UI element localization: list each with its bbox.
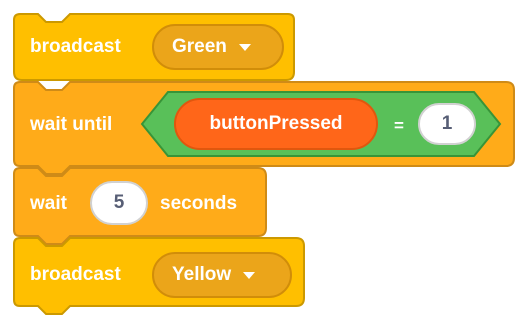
scripts-canvas: broadcast Green wait until buttonPressed… (0, 0, 518, 315)
wait-seconds-input[interactable]: 5 (90, 181, 148, 225)
equals-value-input[interactable]: 1 (418, 103, 476, 145)
broadcast-label-2: broadcast (30, 264, 121, 285)
wait-label: wait (30, 193, 67, 214)
dropdown-caret-icon (238, 43, 251, 51)
seconds-label: seconds (160, 193, 238, 214)
equals-value: 1 (441, 113, 453, 134)
equals-operator-symbol: = (394, 116, 404, 135)
broadcast-message-value-2: Yellow (172, 264, 232, 285)
broadcast-message-dropdown-1[interactable]: Green (152, 24, 284, 70)
variable-name: buttonPressed (209, 113, 343, 134)
broadcast-label-1: broadcast (30, 36, 121, 57)
wait-until-label: wait until (30, 114, 113, 135)
dropdown-caret-icon (243, 271, 256, 279)
broadcast-message-value-1: Green (172, 36, 227, 57)
wait-seconds-value: 5 (113, 192, 125, 213)
broadcast-message-dropdown-2[interactable]: Yellow (152, 252, 292, 298)
button-pressed-variable-reporter[interactable]: buttonPressed (174, 98, 378, 150)
